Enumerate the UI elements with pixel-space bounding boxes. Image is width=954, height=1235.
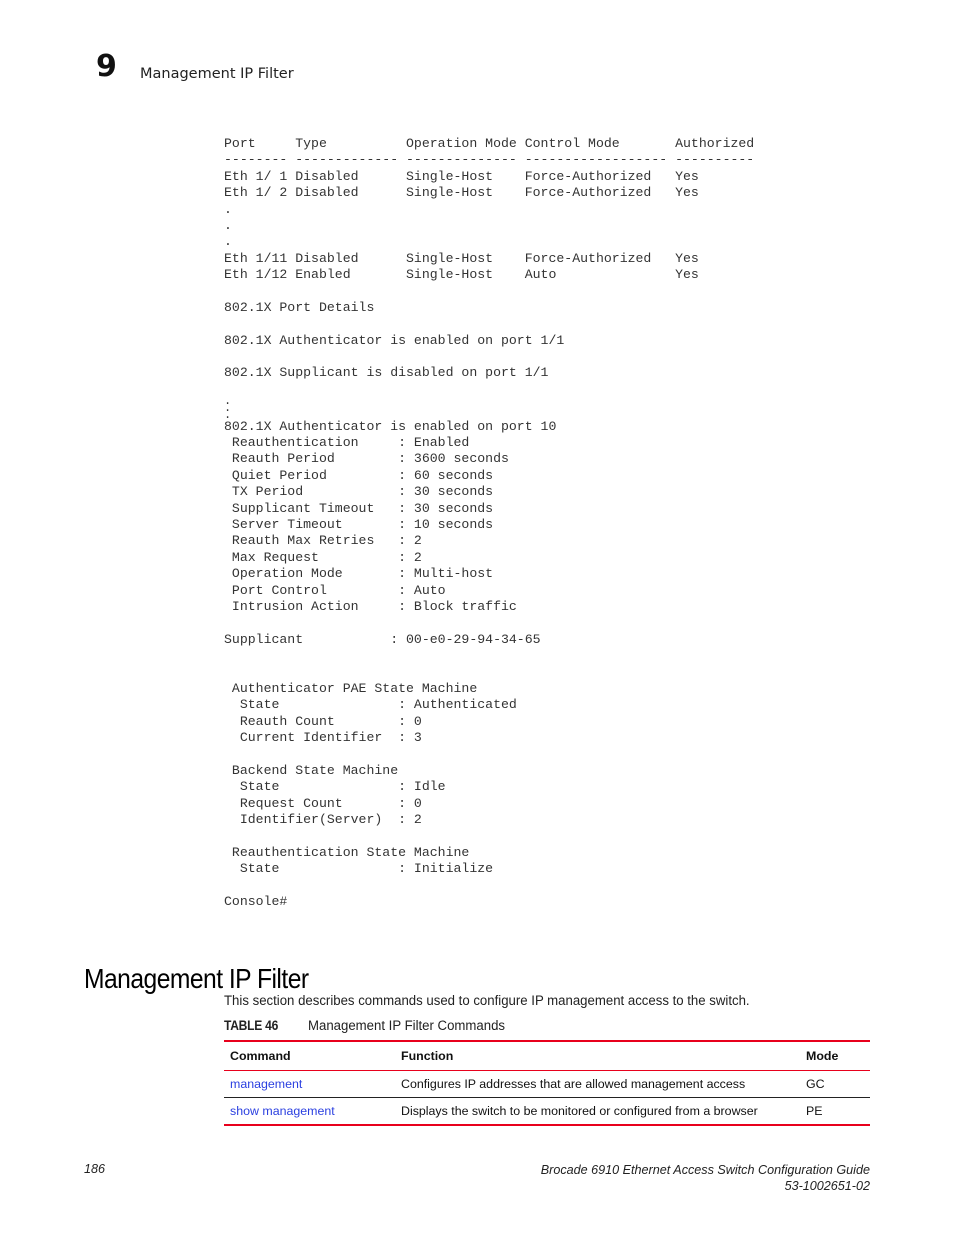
cli-output-line: 802.1X Supplicant is disabled on port 1/… [224, 365, 549, 381]
cli-output-block: Port Type Operation Mode Control Mode Au… [224, 136, 754, 910]
cli-output-line: Port Control : Auto [224, 582, 446, 598]
table-number: TABLE 46 [224, 1018, 279, 1034]
cli-output-line: State : Initialize [224, 861, 494, 877]
cli-output-line [224, 648, 754, 664]
column-header-mode: Mode [806, 1049, 839, 1063]
table-title: Management IP Filter Commands [308, 1018, 506, 1034]
cli-output-line: Console# [224, 893, 288, 909]
column-header-command: Command [230, 1049, 291, 1063]
command-cell: management [224, 1071, 395, 1098]
chapter-number: 9 [96, 49, 117, 84]
cli-output-line [224, 284, 754, 300]
cli-output-line: Eth 1/ 1 Disabled Single-Host Force-Auth… [224, 168, 699, 184]
cli-output-line: Eth 1/12 Enabled Single-Host Auto Yes [224, 267, 699, 283]
cli-output-line: State : Authenticated [224, 697, 517, 713]
cli-output-line [224, 828, 754, 844]
cli-output-line [224, 746, 754, 762]
table-caption: TABLE 46 Management IP Filter Commands [224, 1018, 520, 1034]
command-link-management[interactable]: management [230, 1077, 302, 1091]
table-header-row: Command Function Mode [224, 1041, 870, 1071]
cli-output-line: Reauth Period : 3600 seconds [224, 451, 509, 467]
cli-output-line: Current Identifier : 3 [224, 730, 422, 746]
cli-output-line: . [224, 217, 232, 233]
cli-output-line: Reauthentication : Enabled [224, 435, 470, 451]
cli-output-line [224, 878, 754, 894]
command-cell: show management [224, 1098, 395, 1126]
table-row: management Configures IP addresses that … [224, 1071, 870, 1098]
cli-output-line: Supplicant : 00-e0-29-94-34-65 [224, 631, 541, 647]
cli-output-line: . [224, 201, 232, 217]
cli-output-line: Quiet Period : 60 seconds [224, 467, 494, 483]
command-link-show-management[interactable]: show management [230, 1104, 335, 1118]
cli-output-line: 802.1X Port Details [224, 299, 375, 315]
cli-output-line: -------- ------------- -------------- --… [224, 152, 755, 168]
cli-output-line: Request Count : 0 [224, 795, 422, 811]
mode-cell: GC [806, 1077, 825, 1091]
cli-output-line: Identifier(Server) : 2 [224, 812, 422, 828]
cli-output-line [224, 316, 754, 332]
cli-output-line: . [224, 401, 232, 416]
cli-output-line: Operation Mode : Multi-host [224, 566, 494, 582]
cli-output-line: State : Idle [224, 779, 446, 795]
cli-output-line: 802.1X Authenticator is enabled on port … [224, 418, 557, 434]
footer-doc-info: Brocade 6910 Ethernet Access Switch Conf… [541, 1162, 870, 1194]
cli-output-line: Eth 1/11 Disabled Single-Host Force-Auth… [224, 250, 699, 266]
cli-output-line [224, 665, 754, 681]
cli-output-line [224, 382, 754, 398]
cli-output-line: . [224, 394, 232, 409]
cli-output-line: Supplicant Timeout : 30 seconds [224, 500, 494, 516]
page-number: 186 [84, 1162, 106, 1176]
cli-output-line: Reauthentication State Machine [224, 844, 470, 860]
chapter-title: Management IP Filter [140, 66, 294, 82]
cli-output-line: Reauth Count : 0 [224, 713, 422, 729]
section-title: Management IP Filter [84, 962, 309, 994]
column-header-function: Function [401, 1049, 454, 1063]
cli-output-line: Intrusion Action : Block traffic [224, 598, 517, 614]
section-intro: This section describes commands used to … [224, 993, 750, 1009]
footer-doc-id: 53-1002651-02 [784, 1179, 870, 1193]
function-cell: Displays the switch to be monitored or c… [401, 1104, 758, 1118]
mode-cell: PE [806, 1104, 823, 1118]
cli-output-line: Authenticator PAE State Machine [224, 680, 478, 696]
footer-doc-title: Brocade 6910 Ethernet Access Switch Conf… [540, 1163, 870, 1177]
cli-output-line: Server Timeout : 10 seconds [224, 516, 494, 532]
cli-output-line [224, 615, 754, 631]
cli-output-line: . [224, 407, 232, 422]
cli-output-line: Port Type Operation Mode Control Mode Au… [224, 136, 755, 151]
function-cell: Configures IP addresses that are allowed… [401, 1077, 746, 1091]
cli-output-line: Backend State Machine [224, 762, 399, 778]
cli-output-line: . [224, 234, 232, 250]
cli-output-line [224, 349, 754, 365]
cli-output-line: Max Request : 2 [224, 549, 422, 565]
cli-output-line: Reauth Max Retries : 2 [224, 533, 422, 549]
cli-output-line: Eth 1/ 2 Disabled Single-Host Force-Auth… [224, 185, 699, 201]
cli-output-line: 802.1X Authenticator is enabled on port … [224, 332, 565, 348]
table-row: show management Displays the switch to b… [224, 1098, 870, 1126]
cli-output-line: TX Period : 30 seconds [224, 484, 494, 500]
commands-table: Command Function Mode management Configu… [224, 1040, 870, 1126]
